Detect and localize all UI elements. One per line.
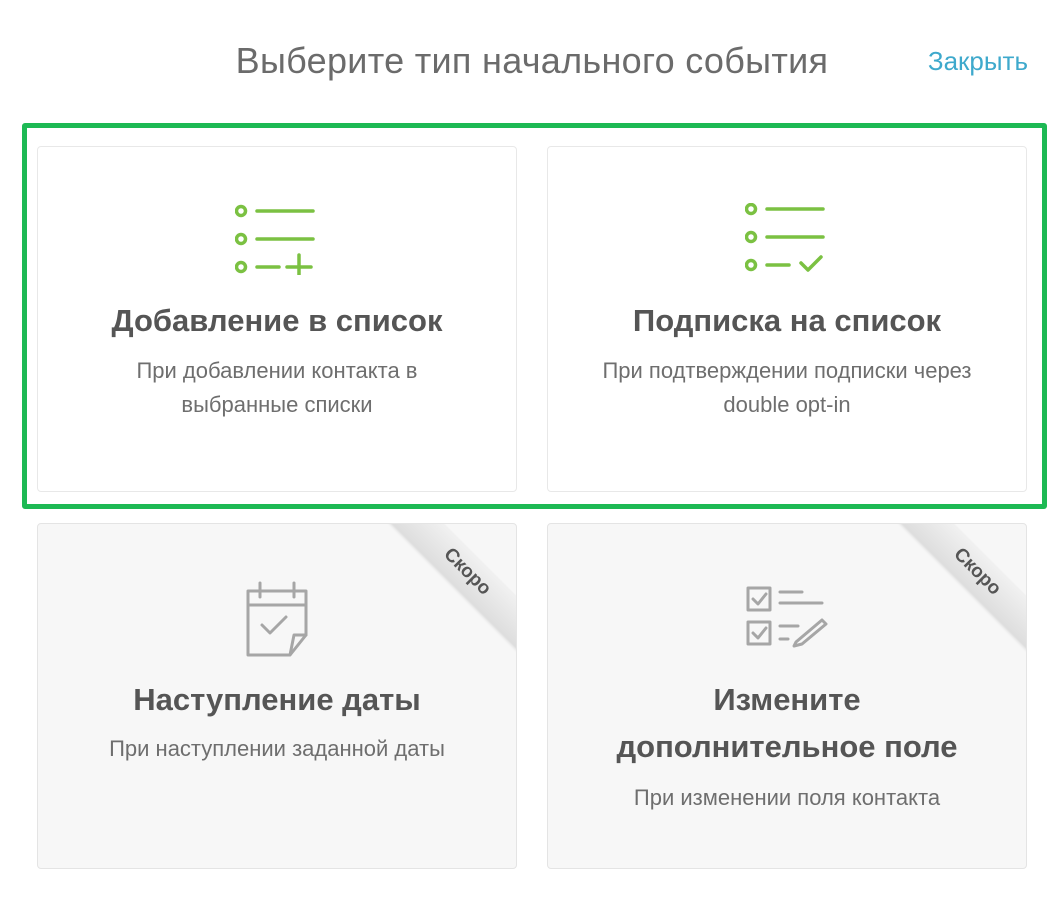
card-description: При наступлении заданной даты <box>109 736 445 761</box>
card-title: Измените дополнительное поле <box>616 682 958 764</box>
card-title: Подписка на список <box>632 303 942 338</box>
card-title: Добавление в список <box>111 303 443 338</box>
card-title-line: Измените дополнительное поле <box>548 676 1026 770</box>
card-custom-field: Измените дополнительное поле При изменен… <box>547 523 1027 869</box>
checklist-edit-icon <box>746 586 828 648</box>
card-subscribe-list[interactable]: Подписка на список При подтверждении под… <box>547 146 1027 492</box>
card-add-to-list[interactable]: Добавление в список При добавлении конта… <box>37 146 517 492</box>
calendar-check-icon <box>246 581 308 657</box>
card-description: При добавлении контакта в выбранные спис… <box>136 358 418 417</box>
list-check-icon <box>745 203 825 272</box>
soon-badge: Скоро <box>897 524 1026 652</box>
close-link[interactable]: Закрыть <box>928 46 1028 77</box>
card-title: Наступление даты <box>133 682 421 717</box>
list-add-icon <box>235 204 315 275</box>
soon-badge: Скоро <box>387 524 516 652</box>
modal-title: Выберите тип начального события <box>235 40 829 81</box>
card-description: При подтверждении подписки через double … <box>602 358 972 417</box>
card-date-trigger: Наступление даты При наступлении заданно… <box>37 523 517 869</box>
card-description: При изменении поля контакта <box>633 785 941 810</box>
